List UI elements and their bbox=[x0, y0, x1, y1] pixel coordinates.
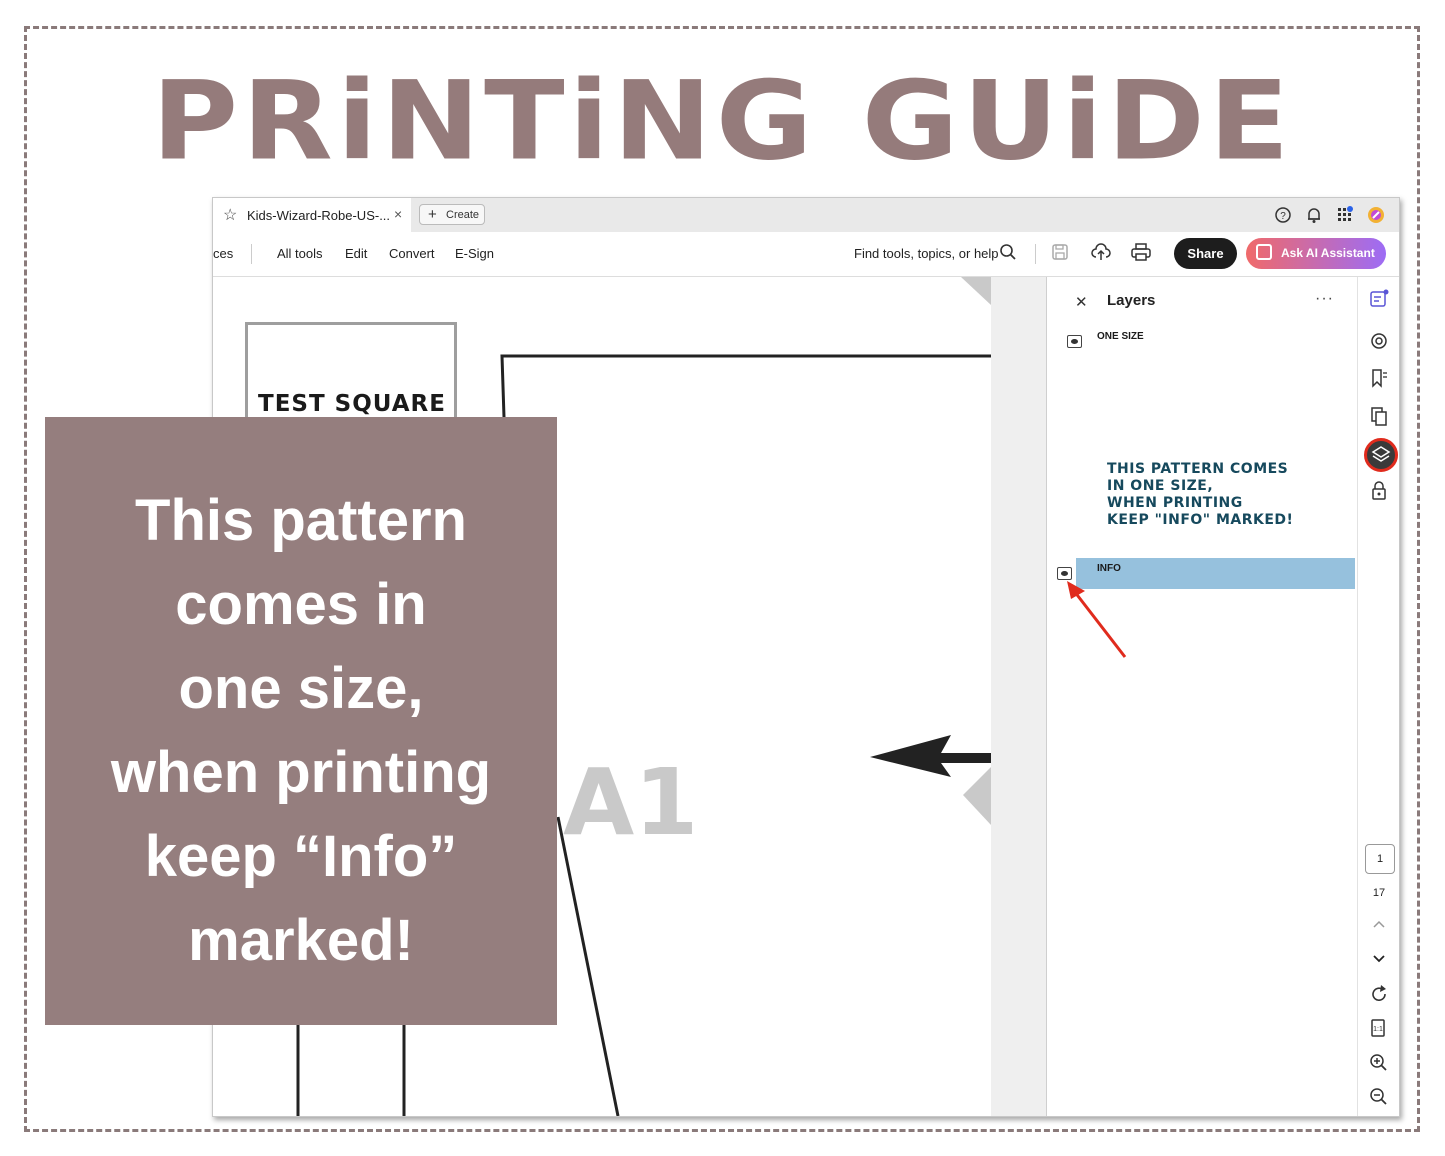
zoom-in-icon[interactable] bbox=[1368, 1053, 1390, 1075]
page-label: A1 bbox=[563, 749, 699, 856]
instruction-overlay-box: This pattern comes in one size, when pri… bbox=[45, 417, 557, 1025]
upload-cloud-icon[interactable] bbox=[1091, 243, 1111, 261]
lock-icon[interactable] bbox=[1368, 481, 1390, 503]
red-pointer-arrow bbox=[1067, 581, 1127, 658]
annotation-line: keep "Info" marked! bbox=[1107, 512, 1294, 528]
fit-page-icon[interactable]: 1:1 bbox=[1368, 1018, 1390, 1040]
ask-ai-assistant-button[interactable]: Ask AI Assistant bbox=[1246, 238, 1386, 269]
instruction-line: This pattern bbox=[135, 488, 467, 553]
convert-menu[interactable]: Convert bbox=[389, 246, 435, 261]
instruction-line: one size, bbox=[178, 656, 424, 721]
test-square-label: TEST SQUARE bbox=[258, 391, 446, 417]
layers-panel-title: Layers bbox=[1107, 292, 1156, 309]
layer-row-one-size[interactable]: ONE SIZE bbox=[1057, 326, 1337, 356]
search-icon[interactable] bbox=[999, 243, 1017, 261]
close-icon[interactable]: × bbox=[394, 206, 402, 222]
annotation-line: when printing bbox=[1107, 495, 1243, 511]
more-options-icon[interactable]: ··· bbox=[1315, 290, 1334, 308]
zoom-out-icon[interactable] bbox=[1368, 1087, 1390, 1109]
chevron-up-icon[interactable] bbox=[1368, 915, 1390, 937]
rotate-icon[interactable] bbox=[1368, 984, 1390, 1006]
right-tool-rail: 1 17 1:1 bbox=[1357, 277, 1399, 1116]
annotation-line: This pattern comes bbox=[1107, 461, 1289, 477]
tab-bar: ☆ Kids-Wizard-Robe-US-... × + Create ? bbox=[213, 198, 1399, 232]
ask-ai-label: Ask AI Assistant bbox=[1281, 246, 1375, 260]
page-gutter bbox=[991, 277, 1054, 1116]
create-label: Create bbox=[446, 209, 480, 221]
eye-icon[interactable] bbox=[1067, 335, 1082, 348]
layer-name: ONE SIZE bbox=[1097, 331, 1144, 342]
share-button[interactable]: Share bbox=[1174, 238, 1237, 269]
bookmark-icon[interactable] bbox=[1368, 368, 1390, 390]
create-button[interactable]: + Create bbox=[419, 204, 485, 225]
svg-text:?: ? bbox=[1280, 211, 1286, 222]
annotation-note: This pattern comes in one size, when pri… bbox=[1107, 461, 1293, 529]
help-icon[interactable]: ? bbox=[1274, 206, 1292, 224]
instruction-line: keep “Info” bbox=[144, 824, 458, 889]
test-square: TEST SQUARE bbox=[245, 322, 457, 432]
plus-icon: + bbox=[428, 206, 437, 223]
instruction-line: when printing bbox=[110, 740, 492, 805]
search-tools-field[interactable]: Find tools, topics, or help bbox=[854, 246, 999, 261]
edit-icon[interactable] bbox=[1368, 289, 1390, 311]
pages-icon[interactable] bbox=[1368, 406, 1390, 428]
esign-menu[interactable]: E-Sign bbox=[455, 246, 494, 261]
arrow-left-icon bbox=[870, 735, 991, 777]
instruction-text: This pattern comes in one size, when pri… bbox=[45, 479, 557, 983]
document-tab-title: Kids-Wizard-Robe-US-... bbox=[247, 208, 391, 223]
star-icon[interactable]: ☆ bbox=[223, 205, 237, 225]
current-page-field[interactable]: 1 bbox=[1365, 844, 1395, 874]
toolbar-divider bbox=[251, 244, 252, 264]
save-icon[interactable] bbox=[1051, 243, 1069, 261]
truncated-toolbar-item[interactable]: ces bbox=[213, 246, 233, 261]
apps-icon[interactable] bbox=[1336, 206, 1354, 224]
layers-panel: ✕ Layers ··· ONE SIZE INFO This pattern … bbox=[1047, 277, 1357, 1116]
layers-icon[interactable] bbox=[1364, 438, 1398, 472]
print-icon[interactable] bbox=[1131, 243, 1151, 261]
annotation-line: in one size, bbox=[1107, 478, 1214, 494]
document-tab[interactable]: ☆ Kids-Wizard-Robe-US-... × bbox=[213, 198, 411, 232]
total-pages: 17 bbox=[1372, 887, 1386, 899]
avatar-icon[interactable] bbox=[1367, 206, 1385, 224]
instruction-line: marked! bbox=[188, 908, 414, 973]
bell-icon[interactable] bbox=[1305, 206, 1323, 224]
chevron-down-icon[interactable] bbox=[1368, 948, 1390, 970]
toolbar-divider bbox=[1035, 244, 1036, 264]
ai-icon bbox=[1256, 244, 1272, 260]
close-panel-icon[interactable]: ✕ bbox=[1075, 293, 1088, 311]
all-tools-menu[interactable]: All tools bbox=[277, 246, 323, 261]
edit-menu[interactable]: Edit bbox=[345, 246, 367, 261]
comment-icon[interactable] bbox=[1368, 331, 1390, 353]
svg-text:1:1: 1:1 bbox=[1373, 1026, 1383, 1033]
main-toolbar: ces All tools Edit Convert E-Sign Find t… bbox=[213, 232, 1399, 277]
printing-guide-headline: PRiNTiNG GUiDE bbox=[151, 57, 1294, 185]
instruction-line: comes in bbox=[175, 572, 427, 637]
